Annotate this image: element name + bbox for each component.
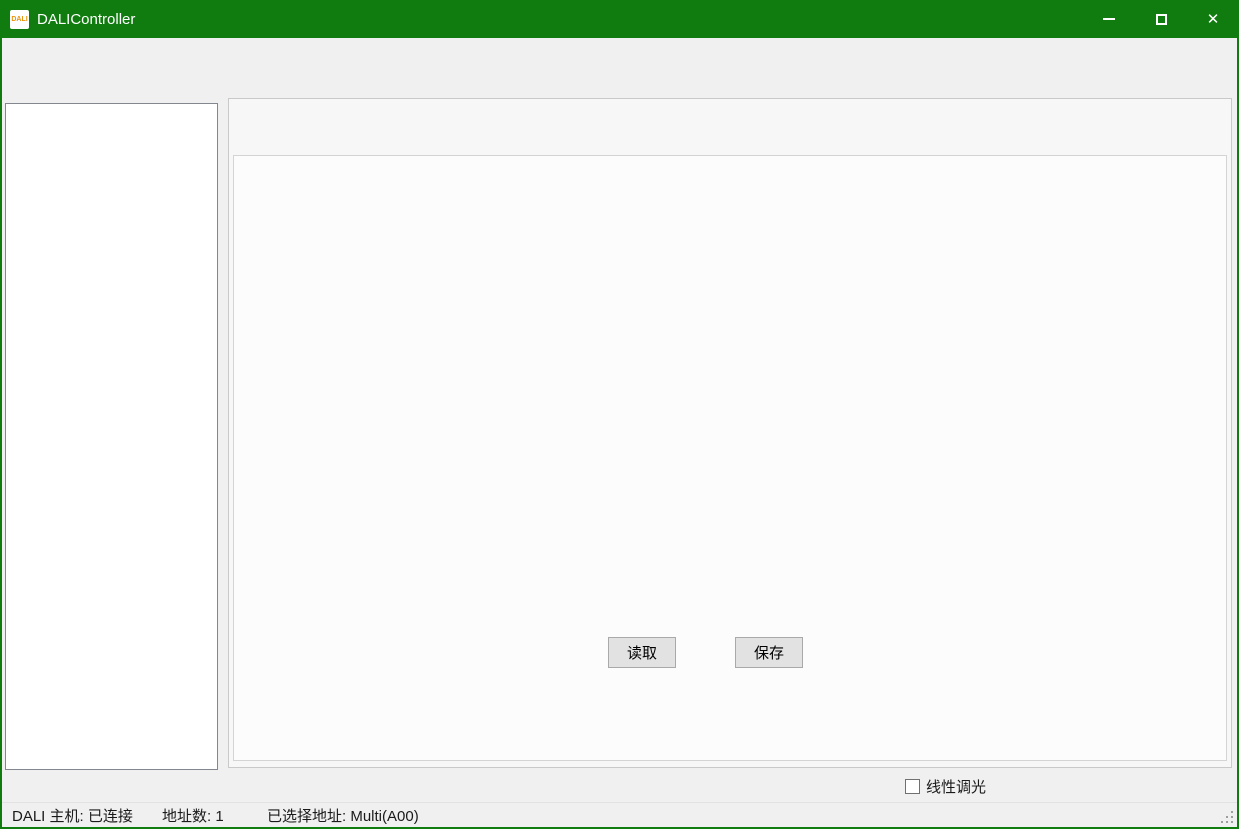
linear-dimming-option: ✓ 线性调光 (905, 776, 986, 797)
read-button[interactable]: 读取 (608, 637, 676, 668)
status-address-count: 地址数: 1 (162, 805, 267, 826)
titlebar: DALI DALIController ✕ (0, 0, 1239, 38)
close-icon: ✕ (1207, 12, 1220, 27)
status-selected-address: 已选择地址: Multi(A00) (267, 805, 419, 826)
linear-dimming-label: 线性调光 (926, 776, 986, 797)
minimize-icon (1103, 18, 1115, 20)
linear-dimming-checkbox[interactable]: ✓ (905, 779, 920, 794)
minimize-button[interactable] (1083, 0, 1135, 38)
save-button[interactable]: 保存 (735, 637, 803, 668)
resize-grip-icon[interactable] (1221, 811, 1233, 823)
app-icon: DALI (10, 10, 29, 29)
device-tree (5, 103, 218, 770)
sub-tab-page (233, 155, 1227, 761)
window-title: DALIController (37, 11, 135, 28)
status-host: DALI 主机: 已连接 (12, 805, 162, 826)
close-button[interactable]: ✕ (1187, 0, 1239, 38)
statusbar: DALI 主机: 已连接 地址数: 1 已选择地址: Multi(A00) (2, 802, 1237, 827)
maximize-icon (1156, 14, 1167, 25)
window-controls: ✕ (1083, 0, 1239, 38)
maximize-button[interactable] (1135, 0, 1187, 38)
window-border-left (0, 38, 2, 829)
menubar (2, 38, 1237, 70)
